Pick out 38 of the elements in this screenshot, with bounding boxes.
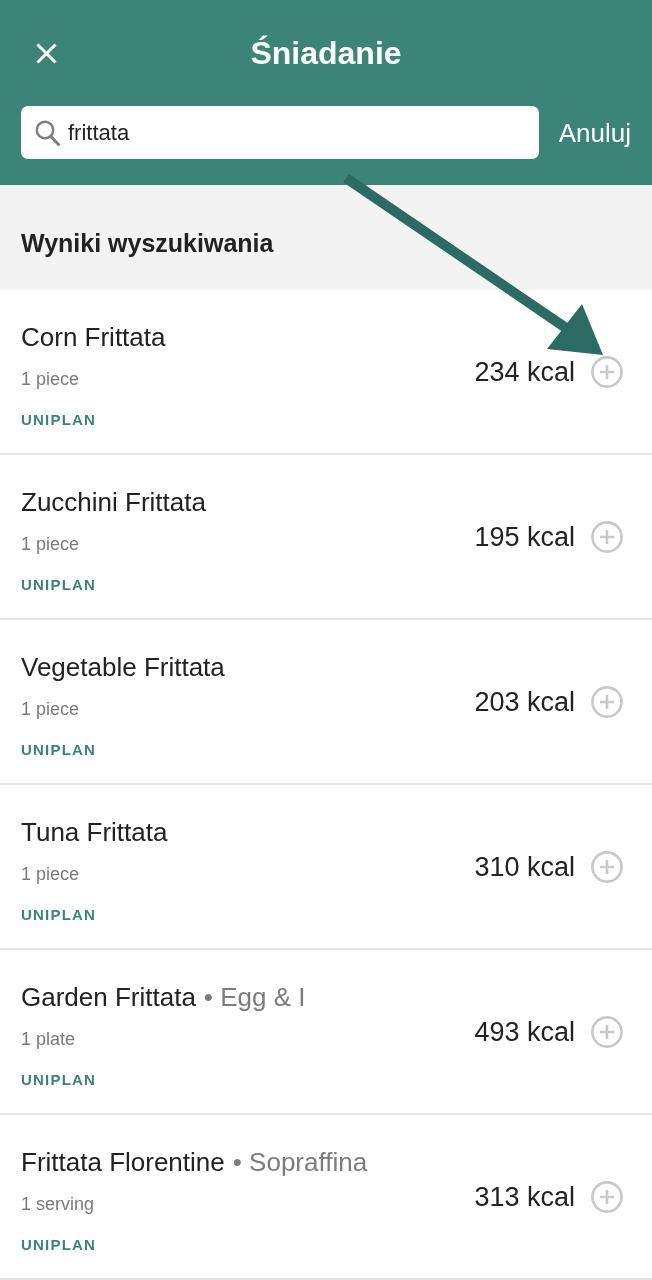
cancel-button[interactable]: Anuluj [558, 116, 631, 149]
calorie-value: 493 kcal [474, 1015, 575, 1048]
source-label: UNIPLAN [21, 575, 97, 595]
search-field[interactable]: frittata [21, 106, 539, 159]
calorie-value: 310 kcal [474, 850, 575, 883]
food-name: Frittata Florentine [21, 1146, 225, 1178]
serving-size: 1 plate [21, 1028, 76, 1051]
serving-size: 1 piece [21, 533, 80, 556]
food-name: Garden Frittata [21, 981, 196, 1013]
source-label: UNIPLAN [21, 410, 97, 430]
food-name: Vegetable Frittata [21, 651, 225, 683]
add-icon[interactable] [591, 355, 623, 388]
source-label: UNIPLAN [21, 1070, 97, 1090]
close-icon[interactable] [36, 42, 57, 64]
add-icon[interactable] [591, 1180, 623, 1213]
serving-size: 1 serving [21, 1193, 95, 1216]
food-name: Zucchini Frittata [21, 486, 206, 518]
serving-size: 1 piece [21, 698, 80, 721]
screen-title: Śniadanie [250, 34, 402, 73]
brand-name: • Sopraffina [232, 1146, 368, 1178]
brand-name: • Egg & I [203, 981, 306, 1013]
calorie-value: 234 kcal [474, 355, 575, 388]
serving-size: 1 piece [21, 863, 80, 886]
calorie-value: 203 kcal [474, 685, 575, 718]
add-icon[interactable] [591, 685, 623, 718]
calorie-value: 313 kcal [474, 1180, 575, 1213]
add-icon[interactable] [591, 1015, 623, 1048]
source-label: UNIPLAN [21, 740, 97, 760]
serving-size: 1 piece [21, 368, 80, 391]
source-label: UNIPLAN [21, 905, 97, 925]
search-icon [35, 120, 60, 146]
source-label: UNIPLAN [21, 1235, 97, 1255]
section-title: Wyniki wyszukiwania [21, 227, 274, 259]
food-name: Corn Frittata [21, 321, 166, 353]
calorie-value: 195 kcal [474, 520, 575, 553]
add-icon[interactable] [591, 850, 623, 883]
add-icon[interactable] [591, 520, 623, 553]
food-name: Tuna Frittata [21, 816, 168, 848]
